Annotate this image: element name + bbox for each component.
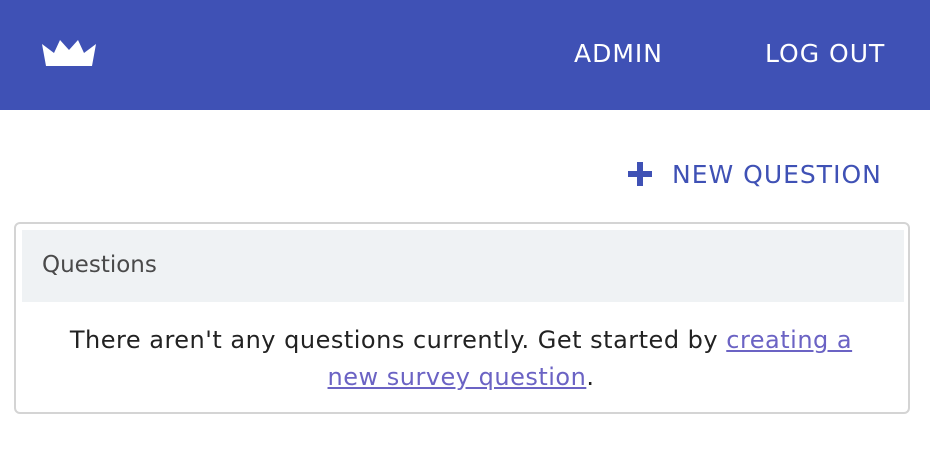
top-navigation-bar: ADMIN LOG OUT — [0, 0, 930, 110]
logout-link[interactable]: LOG OUT — [765, 38, 885, 70]
panel-header: Questions — [22, 230, 904, 302]
new-question-button[interactable]: NEW QUESTION — [628, 156, 882, 192]
empty-state-period: . — [586, 363, 595, 391]
questions-panel: Questions There aren't any questions cur… — [14, 222, 910, 414]
empty-state-message: There aren't any questions currently. Ge… — [56, 322, 866, 396]
crown-icon[interactable] — [42, 40, 96, 66]
new-question-label: NEW QUESTION — [672, 159, 882, 189]
empty-state-text: There aren't any questions currently. Ge… — [69, 326, 727, 354]
plus-icon — [628, 162, 652, 186]
admin-link[interactable]: ADMIN — [574, 38, 663, 70]
panel-title: Questions — [42, 252, 157, 278]
